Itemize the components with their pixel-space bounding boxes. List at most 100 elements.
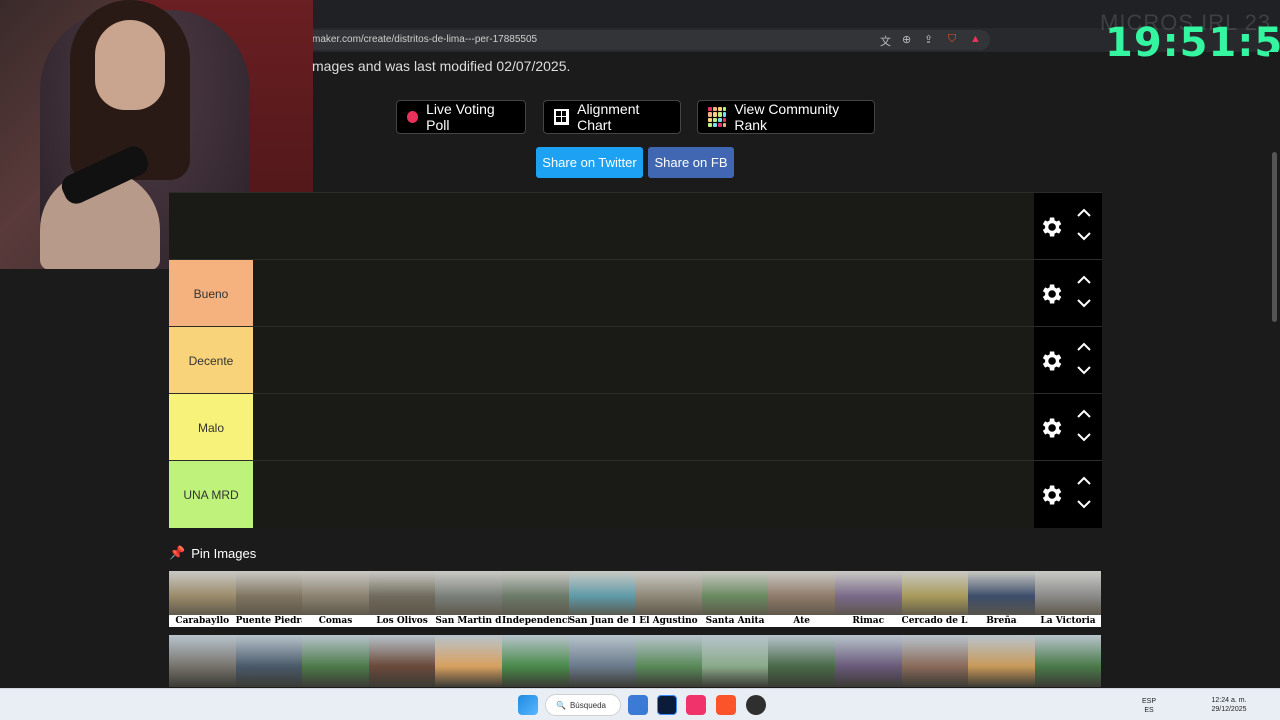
live-voting-poll-button[interactable]: Live Voting Poll xyxy=(396,100,526,134)
language-indicator[interactable]: ESP ES xyxy=(1142,697,1156,715)
move-arrows-icon[interactable] xyxy=(1074,272,1094,318)
brave-shield-icon[interactable]: ⛉ xyxy=(948,33,956,46)
district-image[interactable]: La Victoria xyxy=(1034,571,1102,627)
district-image[interactable] xyxy=(635,635,702,687)
move-arrows-icon[interactable] xyxy=(1074,339,1094,385)
start-icon[interactable] xyxy=(518,695,538,715)
district-image[interactable]: Puente Piedra xyxy=(235,571,303,627)
brave-icon[interactable] xyxy=(716,695,736,715)
tier-label[interactable] xyxy=(169,193,253,260)
music-icon[interactable] xyxy=(686,695,706,715)
tier-list: Bueno Decente Malo UNA MRD xyxy=(169,192,1102,529)
district-image[interactable] xyxy=(701,635,769,687)
move-arrows-icon[interactable] xyxy=(1074,406,1094,452)
district-image[interactable] xyxy=(302,635,369,687)
tier-row[interactable]: UNA MRD xyxy=(169,460,1102,528)
language-bottom: ES xyxy=(1144,707,1154,714)
district-image[interactable] xyxy=(568,635,636,687)
modified-text: mages and was last modified 02/07/2025. xyxy=(312,58,571,74)
district-image[interactable]: San Juan de Lurigancho xyxy=(568,571,636,627)
tier-label[interactable]: UNA MRD xyxy=(169,461,253,528)
taskbar-search[interactable]: 🔍 Búsqueda xyxy=(545,694,621,716)
district-photo xyxy=(834,571,902,617)
district-photo xyxy=(568,571,636,617)
translate-icon[interactable]: 文 xyxy=(880,33,891,49)
district-caption: El Agustino xyxy=(635,615,702,627)
district-image[interactable] xyxy=(368,635,436,687)
district-caption: La Victoria xyxy=(1034,615,1102,627)
district-image[interactable]: Comas xyxy=(302,571,369,627)
search-icon: 🔍 xyxy=(556,700,566,710)
gear-icon[interactable] xyxy=(1038,415,1064,441)
photoshop-icon[interactable] xyxy=(657,695,677,715)
share-fb-button[interactable]: Share on FB xyxy=(648,147,734,178)
windows-taskbar: 🔍 Búsqueda ESP ES 12:24 a. m. 29/12/2025 xyxy=(0,688,1280,720)
district-image[interactable]: Ate xyxy=(768,571,835,627)
district-image[interactable] xyxy=(235,635,303,687)
tier-row[interactable]: Bueno xyxy=(169,259,1102,327)
district-image[interactable] xyxy=(968,635,1035,687)
district-image[interactable]: Santa Anita xyxy=(701,571,769,627)
zoom-icon[interactable]: ⊕ xyxy=(902,33,911,46)
tier-label[interactable]: Malo xyxy=(169,394,253,461)
gear-icon[interactable] xyxy=(1038,348,1064,374)
share-twitter-button[interactable]: Share on Twitter xyxy=(536,147,643,178)
tier-controls xyxy=(1034,461,1102,528)
tier-label[interactable]: Bueno xyxy=(169,260,253,327)
file-explorer-icon[interactable] xyxy=(628,695,648,715)
url-text[interactable]: maker.com/create/distritos-de-lima---per… xyxy=(312,34,537,45)
alignment-chart-button[interactable]: Alignment Chart xyxy=(543,100,681,134)
district-image[interactable]: Breña xyxy=(968,571,1035,627)
district-image[interactable]: Los Olivos xyxy=(368,571,436,627)
district-image[interactable] xyxy=(169,635,236,687)
district-image[interactable] xyxy=(1034,635,1102,687)
district-photo xyxy=(235,571,303,617)
district-image[interactable] xyxy=(501,635,569,687)
gear-icon[interactable] xyxy=(1038,214,1064,240)
district-photo xyxy=(368,571,436,617)
live-voting-poll-label: Live Voting Poll xyxy=(426,101,495,133)
district-image[interactable]: Carabayllo xyxy=(169,571,236,627)
district-image[interactable] xyxy=(901,635,969,687)
move-arrows-icon[interactable] xyxy=(1074,473,1094,519)
district-caption: Cercado de Lima xyxy=(901,615,969,627)
page-scrollbar[interactable] xyxy=(1269,52,1280,688)
tier-label[interactable]: Decente xyxy=(169,327,253,394)
view-community-rank-label: View Community Rank xyxy=(734,101,840,133)
tier-row[interactable]: Decente xyxy=(169,326,1102,394)
tier-grid-icon xyxy=(708,107,727,127)
scrollbar-thumb[interactable] xyxy=(1272,152,1277,322)
district-caption: Ate xyxy=(768,615,835,627)
district-caption: Santa Anita xyxy=(701,615,769,627)
poll-dot-icon xyxy=(407,111,419,123)
tier-row[interactable] xyxy=(169,192,1102,260)
gear-icon[interactable] xyxy=(1038,281,1064,307)
district-image[interactable]: Independencia xyxy=(501,571,569,627)
image-pool-row: Carabayllo Puente Piedra Comas Los Olivos Sa… xyxy=(169,571,1102,627)
district-image[interactable] xyxy=(768,635,835,687)
move-arrows-icon[interactable] xyxy=(1074,205,1094,251)
tier-controls xyxy=(1034,394,1102,461)
district-image[interactable]: Cercado de Lima xyxy=(901,571,969,627)
tier-row[interactable]: Malo xyxy=(169,393,1102,461)
district-photo xyxy=(768,571,835,617)
language-top: ESP xyxy=(1142,698,1157,705)
district-image[interactable]: San Martin de Porres xyxy=(435,571,502,627)
system-clock[interactable]: 12:24 a. m. 29/12/2025 xyxy=(1206,696,1252,714)
district-photo xyxy=(169,571,236,617)
gear-icon[interactable] xyxy=(1038,482,1064,508)
share-icon[interactable]: ⇪ xyxy=(924,33,933,46)
district-image[interactable]: Rimac xyxy=(834,571,902,627)
webcam-face xyxy=(95,20,165,110)
district-image[interactable] xyxy=(834,635,902,687)
district-image[interactable] xyxy=(435,635,502,687)
view-community-rank-button[interactable]: View Community Rank xyxy=(697,100,875,134)
brave-rewards-icon[interactable]: ▲ xyxy=(970,33,981,45)
district-image[interactable]: El Agustino xyxy=(635,571,702,627)
district-caption: Puente Piedra xyxy=(235,615,303,627)
obs-icon[interactable] xyxy=(746,695,766,715)
district-caption: Los Olivos xyxy=(368,615,436,627)
district-caption: San Martin de Porres xyxy=(435,615,502,627)
district-photo xyxy=(501,571,569,617)
pin-images-header[interactable]: 📌 Pin Images xyxy=(169,545,256,561)
